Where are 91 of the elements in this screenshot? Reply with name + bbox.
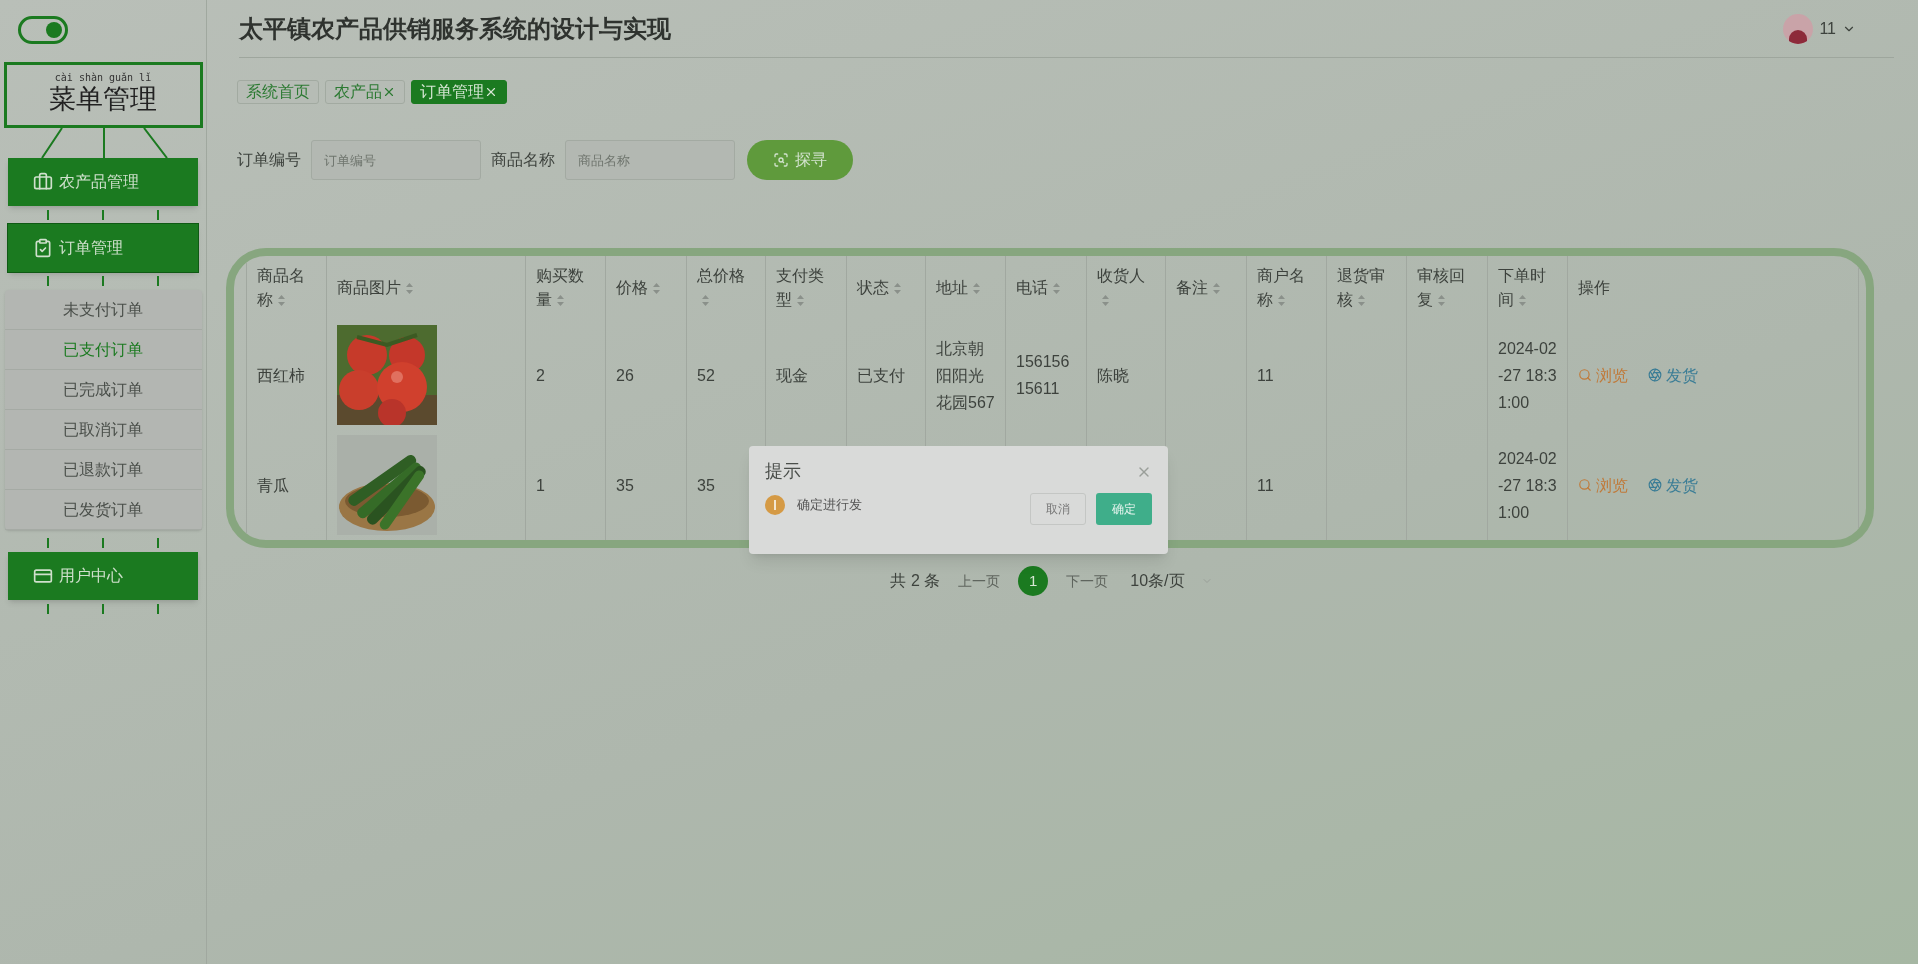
table-cell-text: 11 [1257, 365, 1274, 386]
column-header: 退货审核 [1337, 266, 1386, 310]
next-page-button[interactable]: 下一页 [1066, 570, 1109, 592]
warning-icon [765, 495, 785, 515]
card-icon [33, 566, 53, 586]
column-header: 商品图片 [337, 276, 414, 300]
sort-icon[interactable] [1437, 294, 1446, 308]
page-size-select[interactable]: 10条/页 [1130, 569, 1213, 593]
submenu-item[interactable]: 已退款订单 [4, 450, 202, 490]
sort-icon[interactable] [1212, 282, 1221, 296]
table-cell-text: 现金 [776, 365, 808, 386]
sort-icon[interactable] [277, 294, 286, 308]
table-cell-text: 2024-02-27 18:31:00 [1498, 338, 1557, 413]
confirm-button[interactable]: 确定 [1096, 493, 1152, 525]
column-header: 操作 [1578, 278, 1610, 298]
total-count: 共 2 条 [890, 571, 941, 591]
close-icon[interactable] [382, 85, 396, 99]
column-header: 备注 [1176, 276, 1221, 300]
search-icon [1578, 368, 1592, 382]
briefcase-icon [33, 172, 53, 192]
table-cell-text: 52 [697, 365, 715, 386]
page-title: 太平镇农产品供销服务系统的设计与实现 [239, 13, 671, 44]
column-header: 价格 [616, 276, 661, 300]
dialog-title: 提示 [765, 460, 801, 483]
sort-icon[interactable] [1357, 294, 1366, 308]
submenu-item[interactable]: 已发货订单 [4, 490, 202, 530]
prev-page-button[interactable]: 上一页 [958, 570, 1001, 592]
user-name[interactable]: 11 [1819, 16, 1836, 41]
submenu-item[interactable]: 已完成订单 [4, 370, 202, 410]
sort-icon[interactable] [893, 282, 902, 296]
table-cell-text: 26 [616, 365, 634, 386]
column-header: 下单时间 [1498, 266, 1547, 310]
sort-icon[interactable] [701, 294, 710, 308]
close-icon[interactable] [484, 85, 498, 99]
table-cell-text: 2 [536, 365, 545, 386]
sort-icon[interactable] [796, 294, 805, 308]
sort-icon[interactable] [1101, 294, 1110, 308]
sort-icon[interactable] [972, 282, 981, 296]
menu-title: 菜单管理 [49, 83, 157, 117]
clipboard-icon [33, 238, 53, 258]
search-icon [773, 152, 789, 168]
cancel-button[interactable]: 取消 [1030, 493, 1086, 525]
column-header: 审核回复 [1417, 266, 1466, 310]
table-cell-text: 1 [536, 475, 545, 496]
sort-icon[interactable] [405, 282, 414, 296]
search-icon [1578, 478, 1592, 492]
column-header: 地址 [936, 276, 981, 300]
table-cell-text: 西红柿 [257, 365, 305, 386]
dialog-message: 确定进行发 [797, 496, 862, 515]
submenu-item[interactable]: 未支付订单 [4, 290, 202, 330]
column-header: 购买数量 [536, 266, 585, 310]
table-cell-text: 35 [616, 475, 634, 496]
page-tab[interactable]: 订单管理 [411, 80, 507, 104]
sort-icon[interactable] [652, 282, 661, 296]
table-cell-text: 青瓜 [257, 475, 289, 496]
column-header: 收货人 [1097, 264, 1155, 312]
user-avatar[interactable] [1783, 13, 1814, 44]
column-header: 商品名称 [257, 266, 306, 310]
menu-item[interactable]: 用户中心 [8, 552, 198, 600]
sort-icon[interactable] [1518, 294, 1527, 308]
sort-icon[interactable] [1277, 294, 1286, 308]
table-cell-text: 2024-02-27 18:31:00 [1498, 448, 1557, 523]
column-header: 电话 [1016, 276, 1061, 300]
page-number[interactable]: 1 [1018, 566, 1049, 596]
ship-link[interactable]: 发货 [1648, 471, 1698, 499]
search-button[interactable]: 探寻 [747, 140, 853, 180]
column-header: 状态 [857, 276, 902, 300]
toggle-switch[interactable] [18, 16, 68, 44]
pinyin-text: cài shàn guǎn lǐ [54, 73, 152, 84]
page-tab[interactable]: 农产品 [325, 80, 405, 104]
menu-item[interactable]: 订单管理 [8, 224, 198, 272]
search-field[interactable]: 订单编号 [311, 140, 481, 180]
field-label: 订单编号 [237, 150, 301, 170]
table-cell-text: 35 [697, 475, 715, 496]
column-header: 支付类型 [776, 266, 825, 310]
submenu-item[interactable]: 已取消订单 [4, 410, 202, 450]
menu-item[interactable]: 农产品管理 [8, 158, 198, 206]
table-cell-text: 陈晓 [1097, 365, 1129, 386]
sort-icon[interactable] [556, 294, 565, 308]
table-cell-text: 11 [1257, 475, 1274, 496]
submenu-item[interactable]: 已支付订单 [4, 330, 202, 370]
column-header: 总价格 [697, 264, 755, 312]
table-cell-text: 北京朝阳阳光花园567 [936, 338, 995, 413]
ship-link[interactable]: 发货 [1648, 361, 1698, 389]
table-cell-text: 已支付 [857, 365, 905, 386]
field-label: 商品名称 [491, 150, 555, 170]
table-cell-text: 15615615611 [1016, 352, 1071, 399]
sort-icon[interactable] [1052, 282, 1061, 296]
search-field[interactable]: 商品名称 [565, 140, 735, 180]
page-tab[interactable]: 系统首页 [237, 80, 319, 104]
column-header: 商户名称 [1257, 266, 1306, 310]
